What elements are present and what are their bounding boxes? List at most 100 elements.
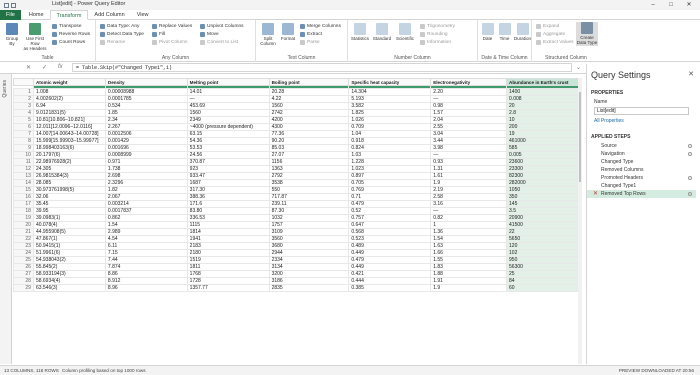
table-cell[interactable]: 1.228 [348, 158, 432, 166]
table-cell[interactable]: 1.54 [430, 235, 508, 243]
move-button[interactable]: Move [200, 31, 219, 38]
table-cell[interactable]: 102 [506, 249, 581, 257]
table-cell[interactable]: 0.757 [348, 214, 432, 222]
table-cell[interactable]: 25 [506, 270, 581, 278]
table-cell[interactable]: 1687 [186, 179, 270, 187]
table-cell[interactable]: 10.81[10.806–10.821] [32, 116, 106, 124]
row-number[interactable]: 17 [13, 200, 34, 208]
table-cell[interactable]: 6.11 [104, 242, 188, 250]
step-settings-gear-icon[interactable] [688, 152, 692, 156]
table-row[interactable]: 2 4.002602(2) 0.0001785—4.22 5.193—0.008 [13, 95, 581, 103]
table-row[interactable]: 16 32.06 2.067 388.36 717.87 0.71 2.58 350 [13, 193, 581, 201]
table-cell[interactable]: 4300 [268, 123, 350, 131]
table-cell[interactable]: 0.008 [506, 95, 581, 103]
table-cell[interactable]: 23300 [506, 165, 581, 173]
table-cell[interactable]: 2.989 [104, 228, 188, 236]
table-cell[interactable]: 2.067 [104, 193, 188, 201]
table-cell[interactable]: 1357.77 [186, 284, 270, 292]
table-cell[interactable]: 0.71 [348, 193, 432, 201]
merge-columns-button[interactable]: Merge Columns [300, 23, 341, 30]
table-cell[interactable]: 7.874 [104, 263, 188, 271]
table-cell[interactable]: 0.709 [348, 123, 432, 131]
tab-add-column[interactable]: Add Column [88, 10, 130, 20]
maximize-button[interactable]: □ [662, 0, 680, 10]
table-cell[interactable]: 55.845(2) [32, 263, 106, 271]
row-number[interactable]: 5 [13, 116, 34, 124]
table-row[interactable]: 22 47.867(1) 4.54 1941 3560 0.523 1.54 5650 [13, 235, 581, 243]
table-cell[interactable]: — [186, 95, 270, 103]
table-cell[interactable]: 0.971 [104, 158, 188, 166]
table-cell[interactable]: 1.825 [348, 109, 432, 117]
table-cell[interactable]: 1.04 [348, 130, 432, 138]
trigonometry-button[interactable]: Trigonometry [420, 23, 455, 30]
time-button[interactable]: Time [496, 23, 513, 41]
table-cell[interactable]: 0.918 [348, 137, 432, 145]
table-cell[interactable]: 950 [506, 256, 581, 264]
table-cell[interactable]: 1.36 [430, 228, 508, 236]
table-cell[interactable]: 933.47 [186, 172, 270, 180]
table-cell[interactable]: 39.0983(1) [32, 214, 106, 222]
fx-icon[interactable]: fx [58, 64, 63, 70]
table-cell[interactable]: 1.66 [430, 249, 508, 257]
table-cell[interactable]: 2.58 [430, 193, 508, 201]
column-header-selected[interactable]: Abundance in Earth's crust [506, 78, 581, 86]
table-cell[interactable]: 12.011[12.0096–12.0116] [32, 123, 106, 131]
table-cell[interactable]: — [430, 95, 508, 103]
row-number[interactable]: 8 [13, 137, 34, 145]
table-cell[interactable]: 1156 [268, 158, 350, 166]
row-number[interactable]: 20 [13, 221, 34, 229]
table-cell[interactable]: 44.955908(5) [32, 228, 106, 236]
table-cell[interactable]: 1.31 [430, 165, 508, 173]
row-number-header[interactable] [13, 78, 34, 86]
table-cell[interactable]: 0.0017837 [104, 207, 188, 215]
table-cell[interactable]: 3538 [268, 179, 350, 187]
table-cell[interactable]: 3560 [268, 235, 350, 243]
table-cell[interactable]: 47.867(1) [32, 235, 106, 243]
applied-step[interactable]: Navigation [587, 150, 696, 158]
row-number[interactable]: 13 [13, 172, 34, 180]
table-cell[interactable]: 2349 [186, 116, 270, 124]
table-cell[interactable]: 2944 [268, 249, 350, 257]
table-cell[interactable]: 317.30 [186, 186, 270, 194]
table-cell[interactable]: 0.568 [348, 228, 432, 236]
row-number[interactable]: 21 [13, 228, 34, 236]
table-cell[interactable]: 1.83 [430, 263, 508, 271]
table-row[interactable]: 13 26.9815384(3) 2.698 933.47 2792 0.897 1.61 8… [13, 172, 581, 180]
table-cell[interactable]: 84 [506, 277, 581, 285]
table-cell[interactable]: 0.449 [348, 249, 432, 257]
applied-step[interactable]: Promoted Headers [587, 174, 696, 182]
table-cell[interactable]: 8.96 [104, 284, 188, 292]
table-cell[interactable]: 30.973761998(5) [32, 186, 106, 194]
query-name-input[interactable]: List[edit] [594, 107, 689, 115]
formula-input[interactable]: = Table.Skip(#"Changed Type1",1) [72, 63, 572, 72]
table-cell[interactable]: 1032 [268, 214, 350, 222]
row-number[interactable]: 18 [13, 207, 34, 215]
table-row[interactable]: 25 54.938043(2) 7.44 1519 2334 0.479 1.55 950 [13, 256, 581, 264]
row-number[interactable]: 24 [13, 249, 34, 257]
table-cell[interactable]: 2180 [186, 249, 270, 257]
table-cell[interactable]: 1050 [506, 186, 581, 194]
table-cell[interactable]: 2742 [268, 109, 350, 117]
table-row[interactable]: 8 15.999[15.99903–15.99977] 0.001429 54.36 9… [13, 137, 581, 145]
table-row[interactable]: 10 20.1797(6) 0.0008999 24.56 27.07 1.03—0.00… [13, 151, 581, 159]
table-cell[interactable]: 9.0121831(5) [32, 109, 106, 117]
table-cell[interactable]: 0.705 [348, 179, 432, 187]
table-cell[interactable]: 63.15 [186, 130, 270, 138]
table-cell[interactable]: 0.001429 [104, 137, 188, 145]
table-cell[interactable]: 1811 [186, 263, 270, 271]
table-cell[interactable]: 85.03 [268, 144, 350, 152]
table-row[interactable]: 14 28.085 2.3296 1687 3538 0.705 1.9 282000 [13, 179, 581, 187]
table-cell[interactable]: 54.938043(2) [32, 256, 106, 264]
undo-icon[interactable] [11, 2, 16, 8]
table-cell[interactable]: 370.87 [186, 158, 270, 166]
table-cell[interactable]: 2.04 [430, 116, 508, 124]
table-cell[interactable]: 1.91 [430, 277, 508, 285]
table-cell[interactable]: 0.385 [348, 284, 432, 292]
table-cell[interactable]: 2.267 [104, 123, 188, 131]
table-cell[interactable]: 20 [506, 102, 581, 110]
table-cell[interactable]: 0.479 [348, 200, 432, 208]
convert-to-list-button[interactable]: Convert to List [200, 39, 238, 46]
table-cell[interactable]: 0.00008988 [104, 88, 188, 96]
row-number[interactable]: 26 [13, 263, 34, 271]
table-cell[interactable]: 53.53 [186, 144, 270, 152]
